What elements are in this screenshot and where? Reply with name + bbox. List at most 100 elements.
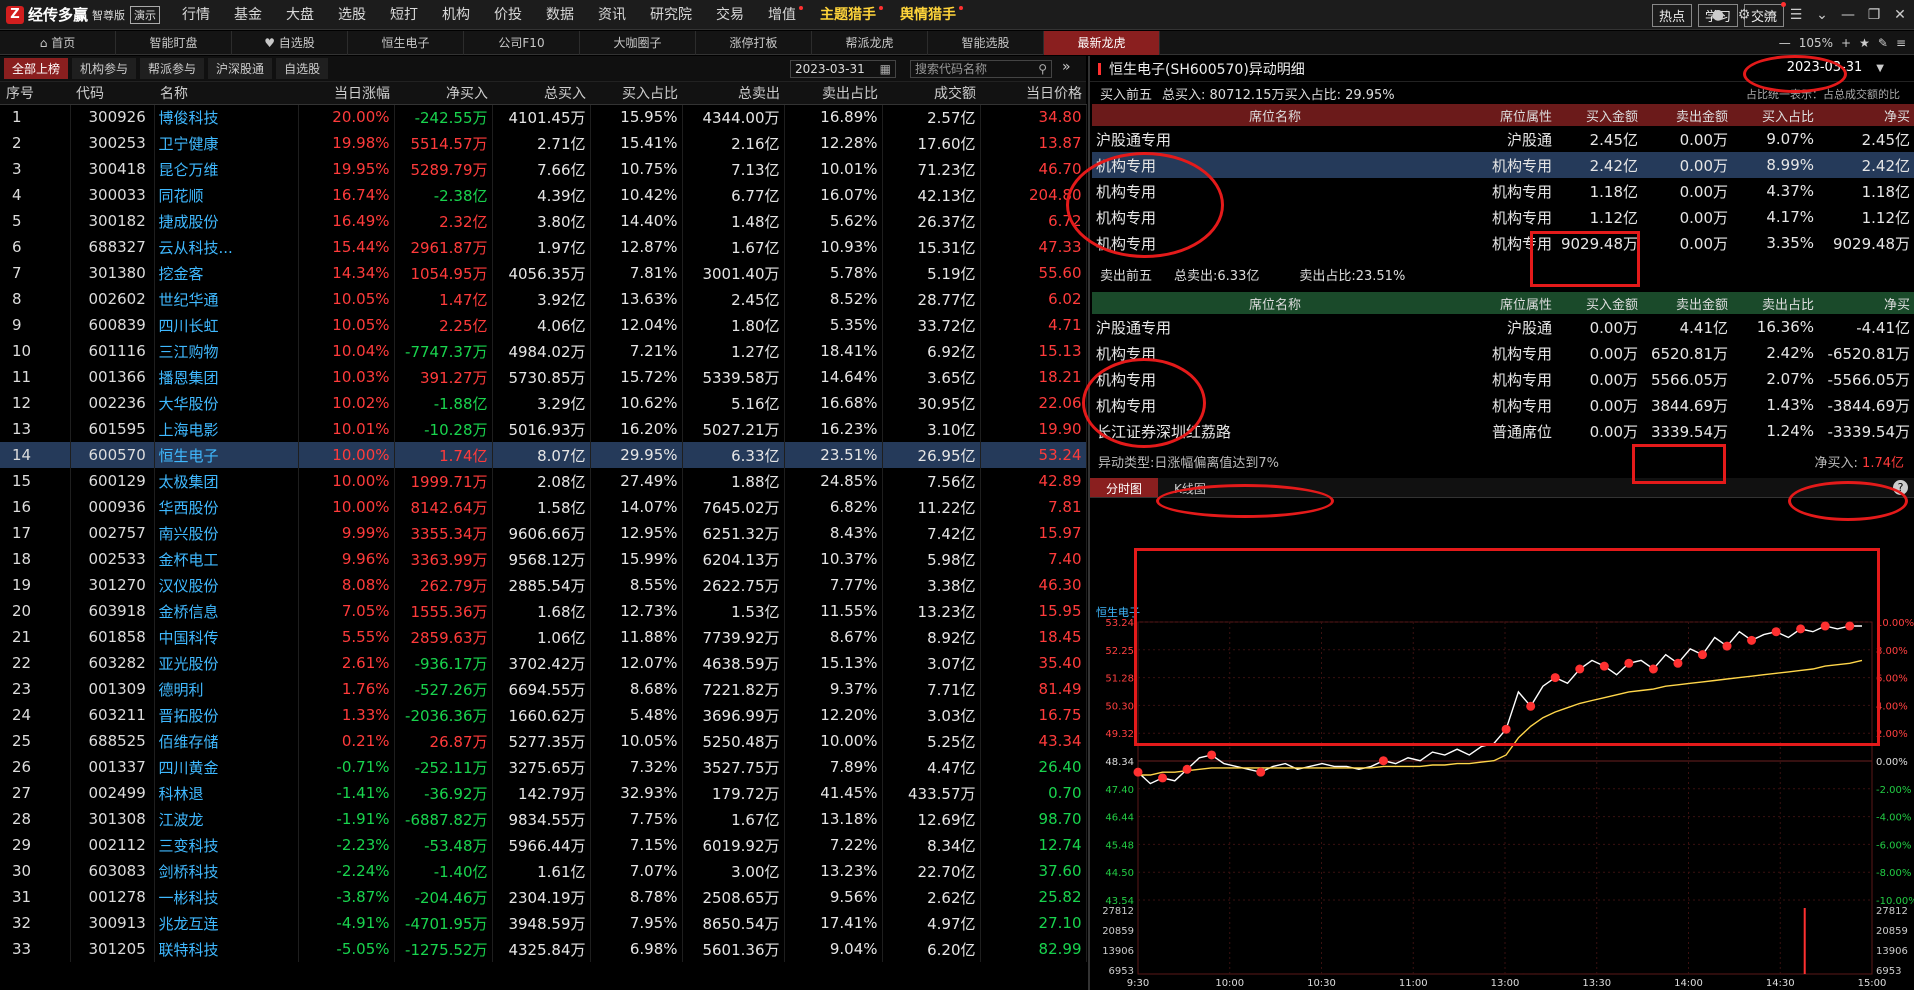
table-row[interactable]: 9 600839 四川长虹 10.05% 2.25亿 4.06亿 12.04% 1.80亿 5.… [0, 312, 1087, 338]
sell-seat-row[interactable]: 机构专用 机构专用 0.00万 5566.05万 2.07% -5566.05万 [1092, 366, 1914, 392]
search-input[interactable]: 搜索代码名称 ⚲ [910, 60, 1052, 78]
sell-seat-row[interactable]: 沪股通专用 沪股通 0.00万 4.41亿 16.36% -4.41亿 [1092, 314, 1914, 340]
sell-seat-row[interactable]: 长江证券深圳红荔路 普通席位 0.00万 3339.54万 1.24% -3339.54万 [1092, 418, 1914, 444]
table-row[interactable]: 33 301205 联特科技 -5.05% -1275.52万 4325.84万 6.98%… [0, 936, 1087, 962]
tab-9[interactable]: 最新龙虎 [1044, 31, 1160, 55]
table-row[interactable]: 13 601595 上海电影 10.01% -10.28万 5016.93万 16.20% 5… [0, 416, 1087, 442]
menu-item-9[interactable]: 研究院 [638, 0, 704, 30]
edit-icon[interactable]: ✎ [1878, 36, 1888, 50]
menu-item-7[interactable]: 数据 [534, 0, 586, 30]
menu-item-10[interactable]: 交易 [704, 0, 756, 30]
table-row[interactable]: 30 603083 剑桥科技 -2.24% -1.40亿 1.61亿 7.07% 3.00亿 1… [0, 858, 1087, 884]
menu-item-6[interactable]: 价投 [482, 0, 534, 30]
sell-seat-row[interactable]: 机构专用 机构专用 0.00万 3844.69万 1.43% -3844.69万 [1092, 392, 1914, 418]
column-header-3[interactable]: 当日涨幅 [298, 82, 394, 105]
buy-seat-row[interactable]: 机构专用 机构专用 2.42亿 0.00万 8.99% 2.42亿 [1092, 152, 1914, 178]
table-row[interactable]: 3 300418 昆仑万维 19.95% 5289.79万 7.66亿 10.75% 7.13… [0, 156, 1087, 182]
menu-item-11[interactable]: 增值 [756, 0, 808, 30]
buy-seat-row[interactable]: 机构专用 机构专用 9029.48万 0.00万 3.35% 9029.48万 [1092, 230, 1914, 256]
tab-8[interactable]: 智能选股 [928, 31, 1044, 55]
table-row[interactable]: 6 688327 云从科技... 15.44% 2961.87万 1.97亿 12.87% 1… [0, 234, 1087, 260]
column-header-1[interactable]: 代码 [70, 82, 154, 105]
expand-icon[interactable]: » [1062, 59, 1071, 75]
column-header-4[interactable]: 净买入 [394, 82, 492, 105]
table-row[interactable]: 19 301270 汉仪股份 8.08% 262.79万 2885.54万 8.55% 262… [0, 572, 1087, 598]
filter-tab-3[interactable]: 沪深股通 [208, 58, 273, 79]
column-header-6[interactable]: 买入占比 [590, 82, 682, 105]
menu-item-12[interactable]: 主题猎手 [808, 0, 888, 30]
menu-item-4[interactable]: 短打 [378, 0, 430, 30]
tab-0[interactable]: ⌂ 首页 [0, 31, 116, 55]
tab-6[interactable]: 涨停打板 [696, 31, 812, 55]
table-row[interactable]: 11 001366 播恩集团 10.03% 391.27万 5730.85万 15.72% 5… [0, 364, 1087, 390]
table-row[interactable]: 14 600570 恒生电子 10.00% 1.74亿 8.07亿 29.95% 6.33亿 2… [0, 442, 1087, 468]
tab-3[interactable]: 恒生电子 [348, 31, 464, 55]
filter-tab-1[interactable]: 机构参与 [72, 58, 137, 79]
chart-tab-0[interactable]: 分时图 [1090, 478, 1159, 497]
table-row[interactable]: 31 001278 一彬科技 -3.87% -204.46万 2304.19万 8.78% 2… [0, 884, 1087, 910]
tab-2[interactable]: ♥ 自选股 [232, 31, 348, 55]
user-icon[interactable]: ● [1708, 5, 1728, 25]
column-header-5[interactable]: 总买入 [492, 82, 590, 105]
table-row[interactable]: 1 300926 博俊科技 20.00% -242.55万 4101.45万 15.95% 4… [0, 104, 1087, 130]
date-picker[interactable]: 2023-03-31 ▦ [790, 60, 896, 78]
menu-item-13[interactable]: 舆情猎手 [888, 0, 968, 30]
zoom-out-icon[interactable]: — [1779, 36, 1791, 50]
table-row[interactable]: 25 688525 佰维存储 0.21% 26.87万 5277.35万 10.05% 525… [0, 728, 1087, 754]
table-row[interactable]: 16 000936 华西股份 10.00% 8142.64万 1.58亿 14.07% 764… [0, 494, 1087, 520]
table-row[interactable]: 8 002602 世纪华通 10.05% 1.47亿 3.92亿 13.63% 2.45亿 8.… [0, 286, 1087, 312]
table-row[interactable]: 32 300913 兆龙互连 -4.91% -4701.95万 3948.59万 7.95%… [0, 910, 1087, 936]
tab-1[interactable]: 智能盯盘 [116, 31, 232, 55]
buy-seat-row[interactable]: 沪股通专用 沪股通 2.45亿 0.00万 9.07% 2.45亿 [1092, 126, 1914, 152]
tab-5[interactable]: 大咖圈子 [580, 31, 696, 55]
settings-icon[interactable]: ⚙ [1734, 5, 1754, 25]
menu-item-0[interactable]: 行情 [170, 0, 222, 30]
restore-icon[interactable]: ❐ [1864, 5, 1884, 25]
tab-4[interactable]: 公司F10 [464, 31, 580, 55]
zoom-in-icon[interactable]: + [1841, 36, 1851, 50]
collapse-icon[interactable]: ⌄ [1812, 5, 1832, 25]
quick-button-0[interactable]: 热点 [1651, 4, 1692, 27]
more-icon[interactable]: ☰ [1786, 5, 1806, 25]
app-logo[interactable]: Z 经传多赢 智尊版 演示 [0, 0, 161, 30]
menu-item-8[interactable]: 资讯 [586, 0, 638, 30]
filter-tab-0[interactable]: 全部上榜 [4, 58, 69, 79]
column-header-0[interactable]: 序号 [0, 82, 70, 105]
layout-icon[interactable]: ▭ [1760, 5, 1780, 25]
column-header-8[interactable]: 卖出占比 [784, 82, 882, 105]
close-icon[interactable]: ✕ [1890, 5, 1910, 25]
table-row[interactable]: 12 002236 大华股份 10.02% -1.88亿 3.29亿 10.62% 5.16亿… [0, 390, 1087, 416]
column-header-10[interactable]: 当日价格 [980, 82, 1086, 105]
minimize-icon[interactable]: — [1838, 5, 1858, 25]
tab-7[interactable]: 帮派龙虎 [812, 31, 928, 55]
table-row[interactable]: 21 601858 中国科传 5.55% 2859.63万 1.06亿 11.88% 7739… [0, 624, 1087, 650]
table-row[interactable]: 5 300182 捷成股份 16.49% 2.32亿 3.80亿 14.40% 1.48亿 5.… [0, 208, 1087, 234]
table-row[interactable]: 23 001309 德明利 1.76% -527.26万 6694.55万 8.68% 722… [0, 676, 1087, 702]
table-row[interactable]: 15 600129 太极集团 10.00% 1999.71万 2.08亿 27.49% 1.8… [0, 468, 1087, 494]
list-icon[interactable]: ≡ [1896, 36, 1906, 50]
star-icon[interactable]: ★ [1859, 36, 1870, 50]
table-row[interactable]: 18 002533 金杯电工 9.96% 3363.99万 9568.12万 15.99% 6… [0, 546, 1087, 572]
table-row[interactable]: 26 001337 四川黄金 -0.71% -252.11万 3275.65万 7.32% 3… [0, 754, 1087, 780]
column-header-9[interactable]: 成交额 [882, 82, 980, 105]
filter-tab-2[interactable]: 帮派参与 [140, 58, 205, 79]
menu-item-5[interactable]: 机构 [430, 0, 482, 30]
menu-item-1[interactable]: 基金 [222, 0, 274, 30]
column-header-2[interactable]: 名称 [154, 82, 298, 105]
filter-tab-4[interactable]: 自选股 [276, 58, 329, 79]
sell-seat-row[interactable]: 机构专用 机构专用 0.00万 6520.81万 2.42% -6520.81万 [1092, 340, 1914, 366]
menu-item-2[interactable]: 大盘 [274, 0, 326, 30]
table-row[interactable]: 27 002499 科林退 -1.41% -36.92万 142.79万 32.93% 179… [0, 780, 1087, 806]
table-row[interactable]: 4 300033 同花顺 16.74% -2.38亿 4.39亿 10.42% 6.77亿 16… [0, 182, 1087, 208]
table-row[interactable]: 10 601116 三江购物 10.04% -7747.37万 4984.02万 7.21%… [0, 338, 1087, 364]
table-row[interactable]: 28 301308 江波龙 -1.91% -6887.82万 9834.55万 7.75% 1… [0, 806, 1087, 832]
table-row[interactable]: 24 603211 晋拓股份 1.33% -2036.36万 1660.62万 5.48% 3… [0, 702, 1087, 728]
table-row[interactable]: 17 002757 南兴股份 9.99% 3355.34万 9606.66万 12.95% 6… [0, 520, 1087, 546]
column-header-7[interactable]: 总卖出 [682, 82, 784, 105]
table-row[interactable]: 22 603282 亚光股份 2.61% -936.17万 3702.42万 12.07% 4… [0, 650, 1087, 676]
table-row[interactable]: 2 300253 卫宁健康 19.98% 5514.57万 2.71亿 15.41% 2.16… [0, 130, 1087, 156]
table-row[interactable]: 29 002112 三变科技 -2.23% -53.48万 5966.44万 7.15% 60… [0, 832, 1087, 858]
table-row[interactable]: 20 603918 金桥信息 7.05% 1555.36万 1.68亿 12.73% 1.53… [0, 598, 1087, 624]
menu-item-3[interactable]: 选股 [326, 0, 378, 30]
table-row[interactable]: 7 301380 挖金客 14.34% 1054.95万 4056.35万 7.81% 300… [0, 260, 1087, 286]
